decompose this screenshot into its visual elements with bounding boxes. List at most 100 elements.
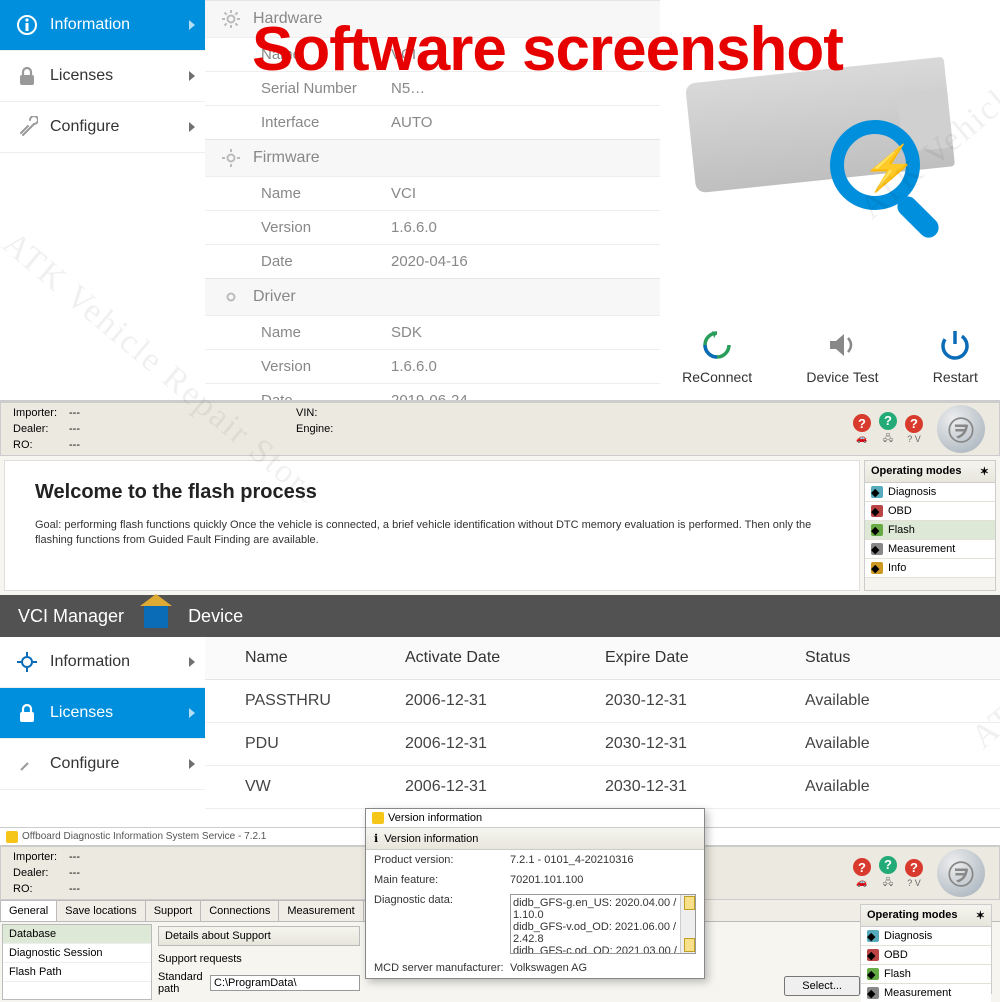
opmodes-header: Operating modes✶: [861, 905, 991, 927]
sidebar-item-information[interactable]: Information: [0, 637, 205, 688]
label: Importer:: [13, 405, 63, 421]
diagnostic-data-list[interactable]: didb_GFS-g.en_US: 2020.04.00 / 1.10.0 di…: [510, 894, 696, 954]
help-car-icon[interactable]: ?🚗: [853, 414, 871, 444]
flash-goal: Goal: performing flash functions quickly…: [35, 518, 829, 549]
action-row: ReConnect Device Test Restart: [670, 317, 990, 400]
top-icons: ?🚗 ?🖧 ?? V ㋾: [853, 405, 995, 453]
label: Diagnostic data:: [374, 894, 504, 954]
help-net-icon[interactable]: ?🖧: [879, 412, 897, 447]
group-title: Details about Support: [158, 926, 360, 946]
col-expire: Expire Date: [595, 637, 795, 679]
gear-icon: [16, 651, 38, 673]
prop-val: SDK: [391, 324, 422, 341]
dialog-titlebar: Version information: [366, 809, 704, 828]
help-net-icon[interactable]: ?🖧: [879, 856, 897, 891]
info-bar: Importer:--- Dealer:--- RO:--- VIN: Engi…: [0, 402, 1000, 456]
section-firmware: Firmware: [205, 139, 660, 176]
opmode-measurement[interactable]: ◆Measurement: [865, 540, 995, 559]
table-row[interactable]: PDU2006-12-312030-12-31Available: [205, 723, 1000, 766]
standard-path-input[interactable]: [210, 975, 360, 991]
prop-key: Version: [261, 219, 391, 236]
dialog-title: Version information: [388, 812, 482, 824]
help-volt-icon[interactable]: ?? V: [905, 859, 923, 888]
label: Dealer:: [13, 421, 63, 437]
speaker-icon: [824, 327, 860, 363]
dialog-subheader: ℹVersion information: [366, 828, 704, 850]
operating-modes: Operating modes✶ ◆Diagnosis ◆OBD ◆Flash …: [860, 904, 992, 994]
scrollbar[interactable]: [680, 895, 695, 953]
opmode-obd[interactable]: ◆OBD: [861, 946, 991, 965]
info-col-left: Importer:--- Dealer:--- RO:---: [5, 405, 88, 453]
table-row[interactable]: VW2006-12-312030-12-31Available: [205, 766, 1000, 809]
version-dialog: Version information ℹVersion information…: [365, 808, 705, 979]
opmode-flash[interactable]: ◆Flash: [861, 965, 991, 984]
sidebar-item-configure[interactable]: Configure: [0, 102, 205, 153]
wrench-icon: [16, 753, 38, 775]
gear-icon: [221, 9, 241, 29]
app-icon: [6, 831, 18, 843]
app-title: VCI Manager: [18, 606, 124, 627]
sidebar-item-licenses[interactable]: Licenses: [0, 688, 205, 739]
prop-key: Date: [261, 253, 391, 270]
label: MCD server manufacturer:: [374, 962, 504, 974]
prop-val: AUTO: [391, 114, 432, 131]
list-item[interactable]: Flash Path: [3, 963, 151, 982]
info-col-mid: VIN: Engine:: [288, 405, 354, 453]
licenses-table: Name Activate Date Expire Date Status PA…: [205, 637, 1000, 827]
label: Engine:: [296, 421, 346, 437]
section-title: Firmware: [253, 149, 320, 167]
value: Volkswagen AG: [510, 962, 696, 974]
col-activate: Activate Date: [395, 637, 595, 679]
action-label: Restart: [933, 369, 978, 385]
reconnect-button[interactable]: ReConnect: [682, 327, 752, 385]
flash-panel: Importer:--- Dealer:--- RO:--- VIN: Engi…: [0, 400, 1000, 595]
table-row[interactable]: PASSTHRU2006-12-312030-12-31Available: [205, 680, 1000, 723]
prop-row: Date2020-04-16: [205, 244, 660, 278]
home-icon[interactable]: [144, 604, 168, 628]
section-driver: Driver: [205, 278, 660, 315]
prop-row: NameSDK: [205, 315, 660, 349]
sidebar-item-licenses[interactable]: Licenses: [0, 51, 205, 102]
app-icon: [372, 812, 384, 824]
sidebar-label: Licenses: [50, 704, 113, 722]
value: ---: [69, 405, 80, 421]
prop-row: InterfaceAUTO: [205, 105, 660, 139]
info-icon: [16, 14, 38, 36]
sidebar-label: Information: [50, 16, 130, 34]
opmode-diagnosis[interactable]: ◆Diagnosis: [861, 927, 991, 946]
opmode-flash[interactable]: ◆Flash: [865, 521, 995, 540]
sidebar-item-configure[interactable]: Configure: [0, 739, 205, 790]
tab-save[interactable]: Save locations: [56, 900, 146, 921]
lock-icon: [16, 702, 38, 724]
tab-general[interactable]: General: [0, 900, 57, 921]
value: ---: [69, 437, 80, 453]
restart-button[interactable]: Restart: [933, 327, 978, 385]
tab-support[interactable]: Support: [145, 900, 202, 921]
devicetest-button[interactable]: Device Test: [806, 327, 878, 385]
power-icon: [937, 327, 973, 363]
tab-connections[interactable]: Connections: [200, 900, 279, 921]
opmode-diagnosis[interactable]: ◆Diagnosis: [865, 483, 995, 502]
list-item[interactable]: Database: [3, 925, 151, 944]
sidebar-item-information[interactable]: Information: [0, 0, 205, 51]
value: 7.2.1 - 0101_4-20210316: [510, 854, 696, 866]
help-car-icon[interactable]: ?🚗: [853, 858, 871, 888]
opmode-info[interactable]: ◆Info: [865, 559, 995, 578]
sidebar: Information Licenses Configure: [0, 0, 205, 400]
sidebar-label: Information: [50, 653, 130, 671]
window-title: Offboard Diagnostic Information System S…: [22, 831, 266, 842]
opmode-measurement[interactable]: ◆Measurement: [861, 984, 991, 1002]
tab-measurement[interactable]: Measurement: [278, 900, 363, 921]
select-button[interactable]: Select...: [784, 976, 860, 996]
opmode-obd[interactable]: ◆OBD: [865, 502, 995, 521]
prop-key: Interface: [261, 114, 391, 131]
flash-title: Welcome to the flash process: [35, 481, 829, 504]
list-item[interactable]: Diagnostic Session: [3, 944, 151, 963]
vw-logo: ㋾: [937, 405, 985, 453]
help-volt-icon[interactable]: ?? V: [905, 415, 923, 444]
table-header: Name Activate Date Expire Date Status: [205, 637, 1000, 680]
section-title: Driver: [253, 288, 296, 306]
action-label: ReConnect: [682, 369, 752, 385]
gear-icon: [221, 148, 241, 168]
left-list: Database Diagnostic Session Flash Path: [2, 924, 152, 1000]
